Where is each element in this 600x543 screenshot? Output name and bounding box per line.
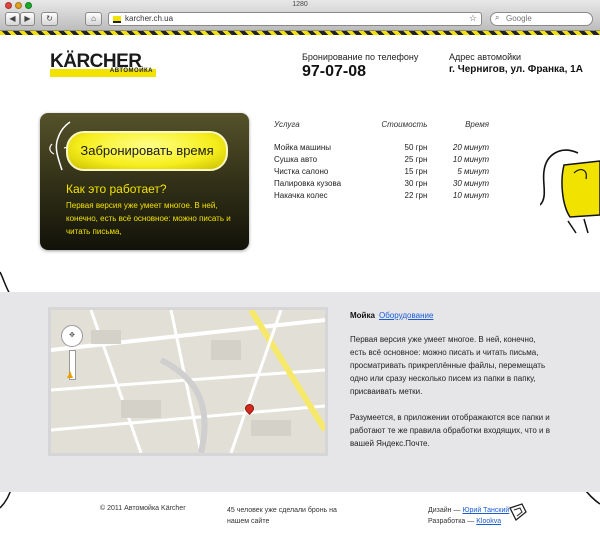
- back-button[interactable]: ◀: [5, 12, 20, 26]
- how-it-works-title: Как это работает?: [66, 182, 167, 196]
- address-url: karcher.ch.ua: [125, 14, 174, 23]
- phone-label: Бронирование по телефону: [302, 52, 419, 62]
- service-price: 25 грн: [404, 154, 428, 164]
- phone-number: 97-07-08: [302, 63, 367, 80]
- service-time: 20 минут: [452, 142, 489, 152]
- service-name: Чистка салоно: [274, 166, 329, 176]
- table-row: Мойка машины 50 грн 20 минут: [274, 141, 489, 153]
- tab-equipment[interactable]: Оборудование: [379, 311, 433, 320]
- service-time: 10 минут: [452, 190, 489, 200]
- back-arrow-icon: ◀: [9, 14, 16, 23]
- bookmark-star-icon[interactable]: ☆: [469, 13, 477, 24]
- table-row: Накачка колес 22 грн 10 минут: [274, 189, 489, 201]
- info-text-1: Первая версия уже умеет многое. В ней, к…: [350, 335, 546, 396]
- browser-toolbar: 1280 ◀ ▶ ↻ ⌂ karcher.ch.ua ☆ ⌕: [0, 0, 600, 31]
- address-value: г. Чернигов, ул. Франка, 1А: [449, 64, 583, 75]
- service-time: 10 минут: [452, 154, 489, 164]
- header-time: Время: [465, 120, 489, 129]
- footer-copyright: © 2011 Автомойка Kärcher: [100, 505, 186, 512]
- design-label: Дизайн —: [428, 507, 461, 514]
- reload-button[interactable]: ↻: [41, 12, 58, 26]
- table-header-row: Услуга Стоимость Время: [274, 120, 489, 141]
- forward-arrow-icon: ▶: [24, 14, 31, 23]
- forward-button[interactable]: ▶: [20, 12, 35, 26]
- street-view-pegman-icon[interactable]: ♟: [66, 370, 74, 381]
- service-price: 15 грн: [404, 166, 428, 176]
- address-bar[interactable]: karcher.ch.ua ☆: [108, 12, 482, 26]
- site-favicon-icon: [113, 16, 121, 23]
- service-price: 22 грн: [404, 190, 428, 200]
- home-button[interactable]: ⌂: [85, 12, 102, 26]
- dev-label: Разработка —: [428, 518, 475, 525]
- info-text-2: Разумеется, в приложении отображаются вс…: [350, 413, 550, 448]
- table-row: Сушка авто 25 грн 10 минут: [274, 153, 489, 165]
- tab-wash[interactable]: Мойка: [350, 311, 375, 320]
- search-icon: ⌕: [495, 13, 500, 22]
- how-it-works-text: Первая версия уже умеет многое. В ней, к…: [66, 201, 231, 236]
- service-name: Палировка кузова: [274, 178, 342, 188]
- map-pan-control[interactable]: ✥: [61, 325, 83, 347]
- search-input[interactable]: [506, 14, 586, 23]
- designer-link[interactable]: Юрий Танский: [462, 507, 509, 514]
- service-name: Накачка колес: [274, 190, 328, 200]
- table-row: Палировка кузова 30 грн 30 минут: [274, 177, 489, 189]
- search-box[interactable]: ⌕: [490, 12, 593, 26]
- footer-booking-counter: 45 человек уже сделали бронь на нашем са…: [227, 507, 337, 525]
- logo-subtitle: АВТОМОЙКА: [109, 68, 153, 74]
- service-time: 30 минут: [452, 178, 489, 188]
- caution-stripe: [0, 31, 600, 35]
- service-price: 30 грн: [404, 178, 428, 188]
- developer-link[interactable]: Klookva: [476, 518, 501, 525]
- karcher-logo[interactable]: KÄRCHER АВТОМОЙКА: [50, 51, 156, 77]
- service-name: Сушка авто: [274, 154, 318, 164]
- book-time-button[interactable]: Забронировать время: [66, 131, 228, 171]
- studio-logo-icon[interactable]: [508, 502, 528, 522]
- map-tiles: [51, 310, 325, 453]
- table-row: Чистка салоно 15 грн 5 минут: [274, 165, 489, 177]
- service-time: 5 минут: [457, 166, 489, 176]
- header-price: Стоимость: [381, 120, 428, 129]
- price-table: Услуга Стоимость Время Мойка машины 50 г…: [274, 120, 489, 201]
- service-name: Мойка машины: [274, 142, 332, 152]
- address-label: Адрес автомойки: [449, 52, 522, 62]
- header-service: Услуга: [274, 120, 300, 129]
- service-price: 50 грн: [404, 142, 428, 152]
- home-icon: ⌂: [91, 14, 96, 23]
- footer-credits: Дизайн — Юрий Танский Разработка — Klook…: [428, 505, 509, 527]
- window-title: 1280: [292, 1, 308, 8]
- location-map[interactable]: ✥ ♟: [48, 307, 328, 456]
- reload-icon: ↻: [46, 14, 53, 23]
- vacuum-cleaner-icon: [540, 149, 600, 234]
